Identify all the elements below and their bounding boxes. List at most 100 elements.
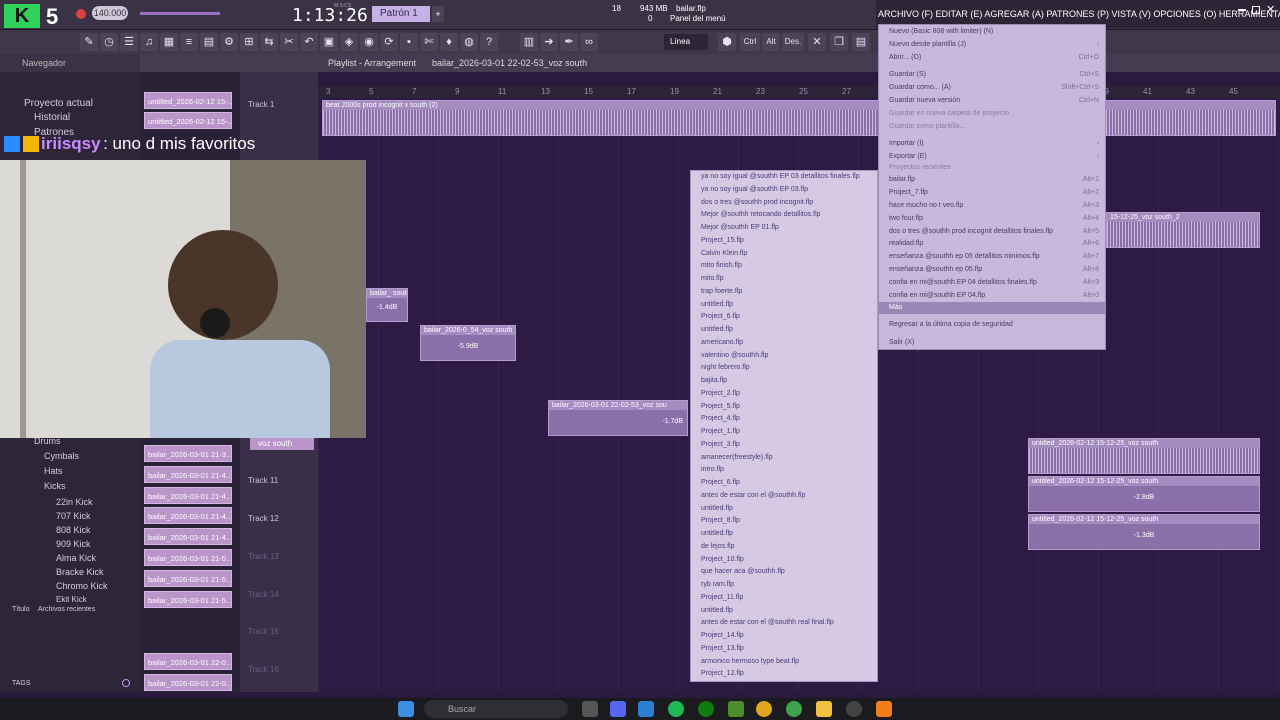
browser-item-history[interactable]: Historial	[34, 112, 70, 123]
recent-file-item[interactable]: Mejor @southh retocando detallitos.flp	[701, 211, 821, 218]
browser-footer-title[interactable]: Título	[12, 606, 30, 613]
voz-channel-label[interactable]: voz south	[250, 438, 314, 450]
audio-clip[interactable]: untitled_2026-02-12 15-12-25_voz south -…	[1028, 514, 1260, 550]
paste-icon[interactable]: ▤	[852, 33, 870, 51]
start-icon[interactable]	[398, 701, 414, 717]
file-menu-item[interactable]: hace mucho no t veo.flp	[889, 202, 1097, 209]
file-menu-item[interactable]: enseñanza @southh ep 05 detallitos minim…	[889, 253, 1097, 260]
track-label[interactable]: Track 15	[248, 627, 279, 636]
channel-button[interactable]: untitled_2026-02-12 15-...	[144, 112, 232, 129]
ctrl-button[interactable]: Ctrl	[740, 33, 760, 51]
file-menu-item[interactable]: Importar (I)	[889, 140, 1097, 147]
recent-file-item[interactable]: bajita.flp	[701, 377, 727, 384]
file-menu-item[interactable]: Project_7.flp	[889, 189, 1097, 196]
delete-icon[interactable]: ✕	[808, 33, 826, 51]
stamp-icon[interactable]: ⬢	[718, 33, 736, 51]
recent-file-item[interactable]: untitled.flp	[701, 530, 733, 537]
file-menu-item[interactable]: Regresar a la última copia de seguridad	[889, 321, 1097, 328]
discord-icon[interactable]	[610, 701, 626, 717]
file-menu-item[interactable]: Salir (X)	[889, 339, 1097, 346]
recent-file-item[interactable]: mito.flp	[701, 275, 724, 282]
line-mode-selector[interactable]: Línea	[664, 34, 708, 50]
alt-button[interactable]: Alt	[762, 33, 780, 51]
arrow-icon[interactable]: ➜	[540, 33, 558, 51]
plugin-icon[interactable]: ⚙	[220, 33, 238, 51]
file-menu-item[interactable]: Guardar (S)	[889, 71, 1097, 78]
browser-item-current-project[interactable]: Proyecto actual	[24, 98, 93, 109]
channel-button[interactable]: bailar_2026-03-01 21-5...	[144, 591, 232, 608]
recent-file-item[interactable]: night febrero.flp	[701, 364, 750, 371]
spotify-icon[interactable]	[668, 701, 684, 717]
channel-button[interactable]: bailar_2026-03-01 21-4...	[144, 507, 232, 524]
track-label[interactable]: Track 1	[248, 100, 274, 109]
browser-folder-kicks[interactable]: Kicks	[44, 481, 66, 491]
recent-file-item[interactable]: intro.flp	[701, 466, 724, 473]
recent-file-item[interactable]: Project_3.flp	[701, 441, 740, 448]
folder-icon[interactable]	[816, 701, 832, 717]
piano-icon[interactable]: ▥	[520, 33, 538, 51]
recent-file-item[interactable]: Project_12.flp	[701, 670, 744, 677]
metronome-icon[interactable]: ◷	[100, 33, 118, 51]
recent-file-item[interactable]: que hacer aca @southh.flp	[701, 568, 785, 575]
chrome-alt-icon[interactable]	[786, 701, 802, 717]
audio-clip[interactable]: bailar_2026-0_54_voz south -5.9dB	[420, 325, 516, 361]
pattern-selector[interactable]: Patrón 1	[372, 6, 430, 22]
taskbar-search[interactable]: Buscar	[424, 700, 568, 718]
file-menu-item[interactable]: Exportar (E)	[889, 153, 1097, 160]
browser-sample[interactable]: 707 Kick	[56, 511, 91, 521]
track-label[interactable]: Track 11	[248, 476, 278, 485]
browser-tags[interactable]: TAGS	[12, 680, 31, 687]
recent-file-item[interactable]: untitled.flp	[701, 301, 733, 308]
recent-file-item[interactable]: Project_1.flp	[701, 428, 740, 435]
recent-file-item[interactable]: Mejor @southh EP 01.flp	[701, 224, 779, 231]
browser-footer-recent[interactable]: Archivos recientes	[38, 606, 95, 613]
cut-icon[interactable]: ✂	[280, 33, 298, 51]
recent-file-item[interactable]: untitled.flp	[701, 607, 733, 614]
channel-button[interactable]: bailar_2026-03-01 22-0...	[144, 653, 232, 670]
undo-icon[interactable]: ↶	[300, 33, 318, 51]
tool-pen-icon[interactable]: ✒	[560, 33, 578, 51]
link-icon[interactable]: ⇆	[260, 33, 278, 51]
recent-file-item[interactable]: Project_13.flp	[701, 645, 744, 652]
recent-file-item[interactable]: Project_6.flp	[701, 313, 740, 320]
fl-studio-icon[interactable]	[876, 701, 892, 717]
pencil-tool-icon[interactable]: ✎	[80, 33, 98, 51]
chat-icon[interactable]: ◍	[460, 33, 478, 51]
file-menu-item[interactable]: Nuevo (Basic 808 with limiter) (N)	[889, 28, 1097, 35]
file-menu-item[interactable]: Guardar como plantilla...	[889, 123, 1097, 130]
channel-button[interactable]: bailar_2026-03-01 22-0...	[144, 674, 232, 691]
browser-folder-cymbals[interactable]: Cymbals	[44, 451, 79, 461]
loop-icon[interactable]: ⟳	[380, 33, 398, 51]
channel-button[interactable]: bailar_2026-03-01 21-3...	[144, 445, 232, 462]
recent-file-item[interactable]: Project_15.flp	[701, 237, 744, 244]
channel-button[interactable]: bailar_2026-03-01 21-4...	[144, 466, 232, 483]
recent-file-item[interactable]: Project_8.flp	[701, 517, 740, 524]
recent-file-item[interactable]: untitled.flp	[701, 505, 733, 512]
recent-file-item[interactable]: Project_5.flp	[701, 403, 740, 410]
deselect-button[interactable]: Des.	[782, 33, 804, 51]
maximize-window-button[interactable]	[1252, 6, 1260, 14]
file-menu-item[interactable]: two four.flp	[889, 215, 1097, 222]
browser-sample[interactable]: Ekit Kick	[56, 595, 87, 604]
file-menu-item[interactable]: confia en mi@southh EP 04 detallitos fin…	[889, 279, 1097, 286]
tempo-display[interactable]: 140.000	[92, 6, 128, 20]
browser-sample[interactable]: Bracke Kick	[56, 567, 104, 577]
channel-button[interactable]: bailar_2026-03-01 21-5...	[144, 570, 232, 587]
save-icon[interactable]: ▣	[320, 33, 338, 51]
file-menu-item[interactable]: realidad.flp	[889, 240, 1097, 247]
browser-sample[interactable]: 22in Kick	[56, 497, 93, 507]
audio-clip[interactable]: beat 2000s prod incognit x south (2)	[322, 100, 1276, 136]
recent-file-item[interactable]: Project_11.flp	[701, 594, 743, 601]
browser-sample[interactable]: Chromo Kick	[56, 581, 108, 591]
store-icon[interactable]	[638, 701, 654, 717]
recent-file-item[interactable]: Project_2.flp	[701, 390, 740, 397]
browser-sample[interactable]: 808 Kick	[56, 525, 91, 535]
channel-button[interactable]: bailar_2026-03-01 21-5...	[144, 549, 232, 566]
audio-clip[interactable]: bailar_2026-03-01 22-02-53_voz sou -1.7d…	[548, 400, 688, 436]
master-volume-slider[interactable]	[140, 12, 220, 15]
minecraft-icon[interactable]	[728, 701, 744, 717]
browser-sample[interactable]: Alma Kick	[56, 553, 96, 563]
snap-icon[interactable]: ⊞	[240, 33, 258, 51]
channel-button[interactable]: untitled_2026-02-12 15-...	[144, 92, 232, 109]
recent-file-item[interactable]: Calvin Klein.flp	[701, 250, 747, 257]
